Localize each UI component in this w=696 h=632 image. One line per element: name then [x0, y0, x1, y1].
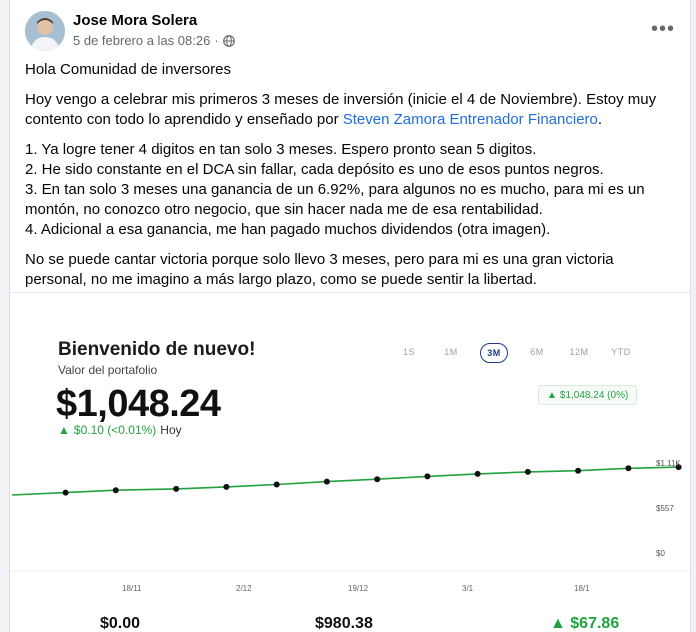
list-item: 4. Adicional a esa ganancia, me han paga…	[25, 221, 551, 238]
range-1s[interactable]: 1S	[388, 343, 430, 361]
more-horizontal-icon[interactable]: •••	[651, 18, 675, 40]
post-greeting: Hola Comunidad de inversores	[25, 61, 231, 78]
deposit-point	[112, 487, 119, 494]
list-item: 2. He sido constante en el DCA sin falla…	[25, 161, 604, 178]
deposit-point	[575, 467, 582, 474]
deposit-point	[374, 476, 381, 483]
x-tick-label: 19/12	[348, 584, 369, 593]
y-tick-label: $0	[656, 549, 665, 558]
x-tick-label: 3/1	[462, 584, 474, 593]
range-1m[interactable]: 1M	[430, 343, 472, 361]
post-meta: 5 de febrero a las 08:26 ·	[73, 33, 235, 48]
deposit-point	[223, 483, 230, 490]
range-12m[interactable]: 12M	[558, 343, 600, 361]
mention-link[interactable]: Steven Zamora Entrenador Financiero	[343, 111, 598, 128]
author-name[interactable]: Jose Mora Solera	[73, 12, 197, 29]
stat-value: $0.00	[100, 615, 141, 632]
daily-change: ▲ $0.10 (<0.01%) Hoy	[58, 423, 182, 437]
deposit-point	[62, 489, 69, 496]
deposit-point	[424, 473, 431, 480]
range-3m[interactable]: 3M	[480, 343, 508, 363]
range-6m[interactable]: 6M	[516, 343, 558, 361]
list-item: 3. En tan solo 3 meses una ganancia de u…	[25, 181, 645, 218]
x-tick-label: 18/11	[122, 584, 142, 593]
post-image[interactable]: Bienvenido de nuevo! Valor del portafoli…	[10, 292, 690, 632]
post-paragraph: Hoy vengo a celebrar mis primeros 3 mese…	[25, 90, 675, 130]
range-ytd[interactable]: YTD	[600, 343, 642, 361]
portfolio-label: Valor del portafolio	[58, 363, 158, 377]
change-period: Hoy	[160, 423, 182, 437]
deposit-point	[625, 465, 632, 472]
y-tick-label: $557	[656, 504, 674, 513]
up-arrow-icon: ▲	[550, 615, 571, 632]
post-header: Jose Mora Solera 5 de febrero a las 08:2…	[25, 11, 675, 53]
stat-value: ▲ $67.86	[550, 615, 619, 632]
deposit-point	[173, 485, 180, 492]
post-card: Jose Mora Solera 5 de febrero a las 08:2…	[9, 0, 691, 632]
portfolio-value: $1,048.24	[56, 383, 221, 425]
y-tick-label: $1.11K	[656, 459, 681, 468]
stat-value: $980.38	[315, 615, 373, 632]
change-amount: $0.10 (<0.01%)	[73, 423, 157, 437]
list-item: 1. Ya logre tener 4 digitos en tan solo …	[25, 141, 537, 158]
pill-value: $1,048.24 (0%)	[559, 389, 629, 401]
x-tick-label: 2/12	[236, 584, 252, 593]
range-selector: 1S 1M 3M 6M 12M YTD	[388, 343, 642, 363]
x-tick-label: 18/1	[574, 584, 590, 593]
value-pill: ▲ $1,048.24 (0%)	[538, 385, 638, 405]
globe-icon	[222, 34, 235, 47]
post-date[interactable]: 5 de febrero a las 08:26	[73, 33, 210, 48]
up-arrow-icon: ▲	[58, 423, 70, 437]
deposit-point	[474, 470, 481, 477]
post-body: Hola Comunidad de inversores Hoy vengo a…	[25, 60, 675, 300]
stat-text: $67.86	[570, 615, 620, 632]
paragraph-end: .	[597, 111, 603, 128]
deposit-point	[323, 478, 330, 485]
avatar[interactable]	[25, 11, 65, 51]
deposit-point	[273, 481, 280, 488]
post-closing: No se puede cantar victoria porque solo …	[25, 251, 614, 288]
post-list: 1. Ya logre tener 4 digitos en tan solo …	[25, 140, 675, 240]
welcome-title: Bienvenido de nuevo!	[58, 339, 256, 360]
portfolio-chart: $1.11K $557 $0 18/11 2/12 19/12 3/1 18/1	[10, 459, 690, 593]
deposit-point	[524, 468, 531, 475]
up-arrow-icon: ▲	[547, 389, 557, 401]
